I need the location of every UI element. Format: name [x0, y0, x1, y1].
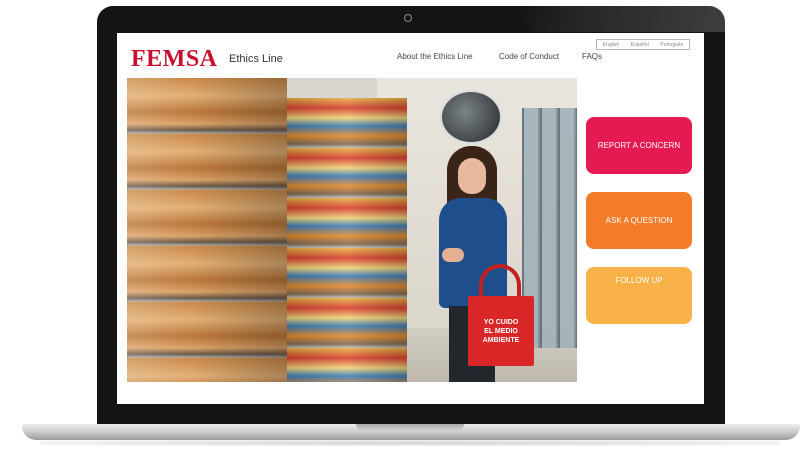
- hero-photo: YO CUIDO EL MEDIO AMBIENTE: [127, 78, 577, 382]
- bezel-glare: [515, 6, 725, 32]
- bag-text-line-2: EL MEDIO: [484, 328, 518, 335]
- photo-woman-hand: [442, 248, 464, 262]
- follow-up-label: FOLLOW UP: [615, 276, 663, 285]
- photo-woman-face: [458, 158, 486, 194]
- photo-bread-shelf: [127, 78, 287, 382]
- ask-question-button[interactable]: ASK A QUESTION: [586, 192, 692, 249]
- follow-up-button[interactable]: FOLLOW UP: [586, 267, 692, 324]
- photo-security-mirror: [440, 90, 502, 144]
- nav-link-code-of-conduct[interactable]: Code of Conduct: [499, 52, 559, 61]
- report-concern-button[interactable]: REPORT A CONCERN: [586, 117, 692, 174]
- photo-snack-shelf: [287, 98, 407, 382]
- webcam-icon: [404, 14, 412, 22]
- brand-subtitle: Ethics Line: [229, 53, 283, 65]
- nav-link-about[interactable]: About the Ethics Line: [397, 52, 473, 61]
- laptop-base-notch: [356, 424, 464, 431]
- laptop-screen: FEMSA Ethics Line About the Ethics Line …: [117, 33, 704, 404]
- report-concern-label: REPORT A CONCERN: [597, 141, 681, 150]
- photo-bag-text: YO CUIDO EL MEDIO AMBIENTE: [468, 318, 534, 345]
- language-selector: English Español Português: [596, 39, 690, 50]
- laptop-shadow: [40, 440, 780, 446]
- brand-logo[interactable]: FEMSA: [131, 46, 218, 72]
- nav-link-faqs[interactable]: FAQs: [582, 52, 602, 61]
- language-option-portugues[interactable]: Português: [660, 42, 683, 48]
- bag-text-line-3: AMBIENTE: [482, 337, 520, 344]
- language-option-english[interactable]: English: [603, 42, 619, 48]
- ask-question-label: ASK A QUESTION: [605, 216, 673, 225]
- language-option-espanol[interactable]: Español: [631, 42, 649, 48]
- bag-text-line-1: YO CUIDO: [483, 319, 519, 326]
